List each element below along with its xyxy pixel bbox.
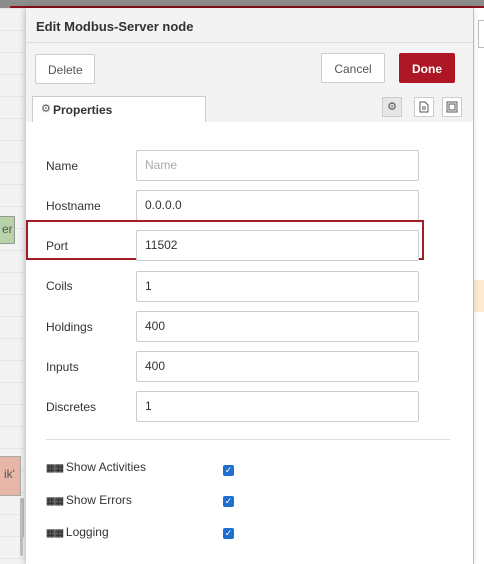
gear-icon: ⚙	[41, 103, 51, 115]
flow-node-label: er	[2, 222, 13, 236]
logging-label: ▦▦ Logging	[46, 525, 109, 539]
table-icon: ▦▦	[46, 528, 64, 539]
sidebar-highlight-block	[474, 280, 484, 312]
flow-node-label: ik'	[4, 467, 15, 481]
coils-label: Coils	[46, 279, 73, 293]
show-activities-text: Show Activities	[65, 460, 146, 474]
hostname-label: Hostname	[46, 199, 101, 213]
discretes-input[interactable]: 1	[136, 391, 419, 422]
cancel-button[interactable]: Cancel	[321, 53, 385, 83]
sidebar-panel	[473, 8, 484, 564]
show-activities-checkbox[interactable]: ✓	[223, 465, 234, 476]
port-label: Port	[46, 239, 69, 253]
flow-workspace[interactable]: er ik'	[0, 8, 27, 564]
show-activities-label: ▦▦ Show Activities	[46, 460, 146, 474]
tray-tabs: ⚙ Properties ⚙	[26, 92, 473, 123]
show-errors-label: ▦▦ Show Errors	[46, 493, 132, 507]
name-label: Name	[46, 159, 79, 173]
port-input[interactable]: 11502	[136, 230, 419, 261]
name-input[interactable]: Name	[136, 150, 419, 181]
logging-text: Logging	[65, 525, 109, 539]
discretes-label: Discretes	[46, 400, 97, 414]
table-icon: ▦▦	[46, 463, 64, 474]
table-icon: ▦▦	[46, 496, 64, 507]
flow-node[interactable]: ik'	[0, 456, 21, 496]
inputs-label: Inputs	[46, 360, 79, 374]
tab-properties[interactable]: ⚙ Properties	[32, 96, 206, 123]
delete-button[interactable]: Delete	[35, 54, 95, 84]
show-errors-text: Show Errors	[65, 493, 132, 507]
logging-checkbox[interactable]: ✓	[223, 528, 234, 539]
settings-tab-gear-icon[interactable]: ⚙	[382, 97, 402, 117]
edit-node-tray: Edit Modbus-Server node Delete Cancel Do…	[20, 8, 473, 564]
coils-input[interactable]: 1	[136, 271, 419, 302]
flow-node[interactable]: er	[0, 216, 15, 244]
tray-header: Edit Modbus-Server node	[26, 8, 473, 43]
description-tab-icon[interactable]	[414, 97, 434, 117]
hostname-input[interactable]: 0.0.0.0	[136, 190, 419, 221]
appearance-tab-icon[interactable]	[442, 97, 462, 117]
tray-title: Edit Modbus-Server node	[36, 19, 194, 34]
tray-toolbar: Delete Cancel Done	[26, 42, 473, 94]
done-button[interactable]: Done	[399, 53, 455, 83]
properties-panel: Name Name Hostname 0.0.0.0 Port 11502 Co…	[20, 122, 473, 564]
tab-properties-label: Properties	[53, 103, 113, 117]
sidebar-input[interactable]	[478, 20, 484, 48]
inputs-input[interactable]: 400	[136, 351, 419, 382]
show-errors-checkbox[interactable]: ✓	[223, 496, 234, 507]
holdings-label: Holdings	[46, 320, 93, 334]
panel-scrollbar[interactable]	[20, 502, 23, 556]
section-divider	[46, 439, 450, 440]
holdings-input[interactable]: 400	[136, 311, 419, 342]
